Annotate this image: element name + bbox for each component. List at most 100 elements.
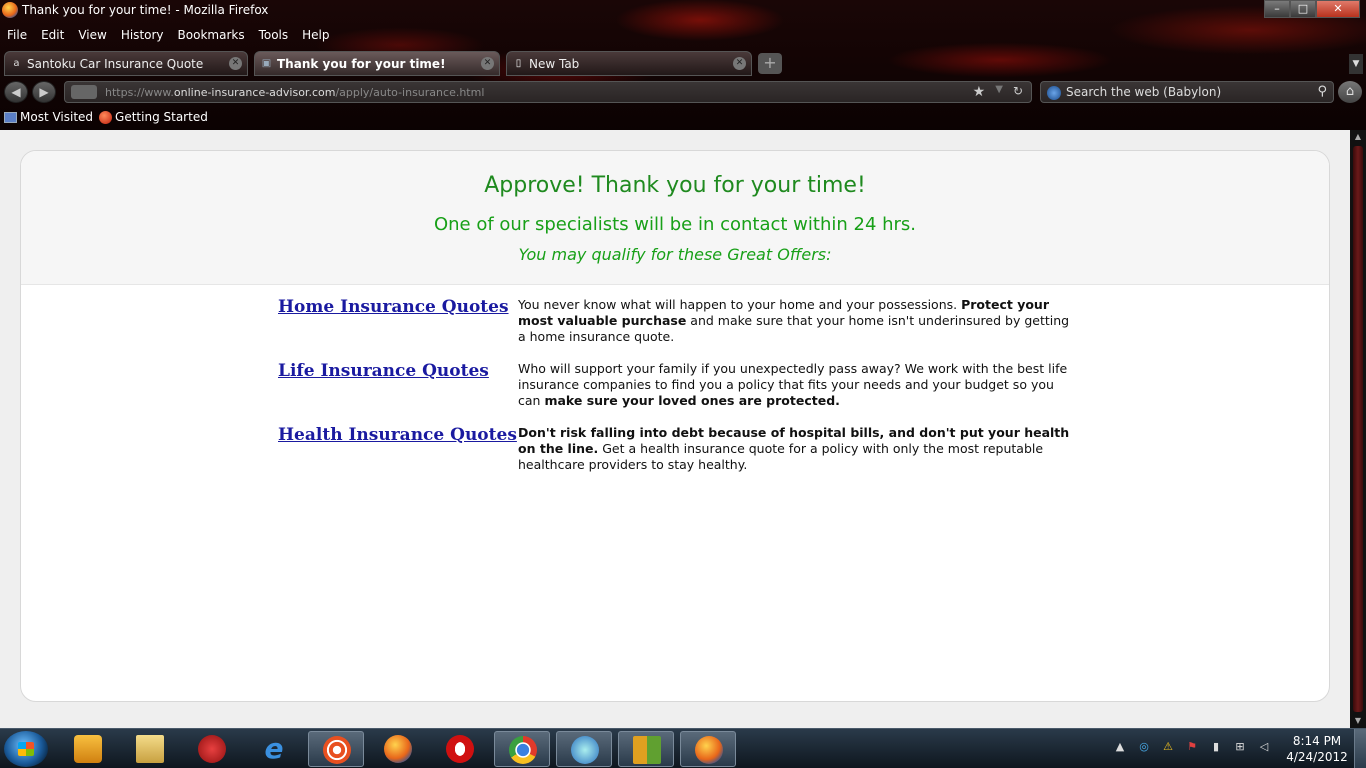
vertical-scrollbar[interactable]: ▲ ▼ xyxy=(1350,130,1366,728)
url-path: /apply/auto-insurance.html xyxy=(335,86,485,99)
internet-explorer-icon: e xyxy=(264,732,284,765)
tab-favicon-icon: a xyxy=(13,58,20,69)
menu-bookmarks[interactable]: Bookmarks xyxy=(171,26,252,44)
url-prefix: https://www. xyxy=(105,86,174,99)
babylon-search-engine-icon[interactable] xyxy=(1047,86,1061,100)
history-dropdown-icon[interactable]: ▼ xyxy=(995,84,1003,100)
search-bar[interactable]: ⚲ xyxy=(1040,81,1334,103)
taskbar-antivirus[interactable] xyxy=(184,731,240,767)
bookmark-getting-started[interactable]: Getting Started xyxy=(99,107,208,127)
scroll-up-arrow-icon[interactable]: ▲ xyxy=(1350,130,1366,144)
stack-icon xyxy=(633,736,661,764)
tab-page-icon: ▯ xyxy=(515,58,522,69)
title-bar: Thank you for your time! - Mozilla Firef… xyxy=(0,0,1366,22)
taskbar-opera[interactable] xyxy=(432,731,488,767)
menu-file[interactable]: File xyxy=(0,26,34,44)
tab-list-dropdown-icon[interactable]: ▼ xyxy=(1349,54,1363,74)
power-dvd-icon xyxy=(571,736,599,764)
home-insurance-link[interactable]: Home Insurance Quotes xyxy=(278,297,518,345)
browser-chrome: Thank you for your time! - Mozilla Firef… xyxy=(0,0,1366,130)
clock-date: 4/24/2012 xyxy=(1286,750,1348,764)
bookmark-most-visited[interactable]: Most Visited xyxy=(4,107,93,127)
firefox-logo-icon xyxy=(2,2,18,18)
taskbar-chrome[interactable] xyxy=(494,731,550,767)
forward-button[interactable]: ▶ xyxy=(32,81,56,103)
menu-tools[interactable]: Tools xyxy=(252,26,296,44)
close-button[interactable]: ✕ xyxy=(1316,0,1360,18)
maximize-button[interactable]: □ xyxy=(1290,0,1316,18)
tab-close-icon[interactable]: ✕ xyxy=(733,57,746,70)
page-title: Approve! Thank you for your time! xyxy=(484,173,866,198)
new-tab-button[interactable]: + xyxy=(758,53,782,74)
menu-view[interactable]: View xyxy=(71,26,113,44)
taskbar-internet-explorer[interactable]: e xyxy=(246,731,302,767)
clock-time: 8:14 PM xyxy=(1292,734,1342,748)
minimize-button[interactable]: – xyxy=(1264,0,1290,18)
show-hidden-icons-icon[interactable]: ▲ xyxy=(1112,739,1128,755)
firefox-bookmark-icon xyxy=(99,110,113,124)
scroll-down-arrow-icon[interactable]: ▼ xyxy=(1350,714,1366,728)
start-button[interactable] xyxy=(4,731,48,767)
tab-close-icon[interactable]: ✕ xyxy=(229,57,242,70)
site-identity-icon[interactable] xyxy=(71,85,97,99)
search-input[interactable] xyxy=(1066,84,1306,100)
bookmark-label: Getting Started xyxy=(115,110,208,124)
tab-strip: a Santoku Car Insurance Quote ✕ ▣ Thank … xyxy=(0,51,1366,76)
thank-you-card: Approve! Thank you for your time! One of… xyxy=(20,150,1330,702)
tab-label: New Tab xyxy=(529,57,580,71)
action-center-flag-icon[interactable]: ⚑ xyxy=(1184,739,1200,755)
windows-logo-icon xyxy=(18,742,34,756)
tab-thank-you[interactable]: ▣ Thank you for your time! ✕ xyxy=(254,51,500,76)
menu-history[interactable]: History xyxy=(114,26,171,44)
taskbar-explorer[interactable] xyxy=(122,731,178,767)
show-desktop-button[interactable] xyxy=(1354,729,1366,768)
health-insurance-link[interactable]: Health Insurance Quotes xyxy=(278,425,518,473)
taskbar-media-player[interactable] xyxy=(60,731,116,767)
media-player-icon xyxy=(74,735,102,763)
signal-strength-icon[interactable]: ▮ xyxy=(1208,739,1224,755)
target-icon xyxy=(323,736,351,764)
card-header: Approve! Thank you for your time! One of… xyxy=(21,151,1329,285)
home-button[interactable]: ⌂ xyxy=(1338,81,1362,103)
sync-icon[interactable]: ◎ xyxy=(1136,739,1152,755)
chrome-icon xyxy=(509,736,537,764)
menu-help[interactable]: Help xyxy=(295,26,336,44)
volume-icon[interactable]: ◁ xyxy=(1256,739,1272,755)
tab-santoku-car-insurance[interactable]: a Santoku Car Insurance Quote ✕ xyxy=(4,51,248,76)
ladybug-icon xyxy=(198,735,226,763)
taskbar-stack-app[interactable] xyxy=(618,731,674,767)
taskbar-firefox[interactable] xyxy=(370,731,426,767)
search-icon[interactable]: ⚲ xyxy=(1317,84,1327,99)
navigation-bar: ◀ ▶ https://www.online-insurance-advisor… xyxy=(0,79,1366,104)
menu-edit[interactable]: Edit xyxy=(34,26,71,44)
offers-intro: You may qualify for these Great Offers: xyxy=(518,245,832,264)
tab-label: Santoku Car Insurance Quote xyxy=(27,57,204,71)
offers-list: Home Insurance Quotes You never know wha… xyxy=(278,297,1078,489)
taskbar-cyberlink[interactable] xyxy=(556,731,612,767)
warning-icon[interactable]: ⚠ xyxy=(1160,739,1176,755)
firefox-icon xyxy=(695,736,723,764)
taskbar-firefox-active[interactable] xyxy=(680,731,736,767)
system-clock[interactable]: 8:14 PM 4/24/2012 xyxy=(1284,733,1350,765)
window-title: Thank you for your time! - Mozilla Firef… xyxy=(22,3,269,17)
desc-bold: make sure your loved ones are protected. xyxy=(544,393,840,408)
bookmarks-toolbar: Most Visited Getting Started xyxy=(0,107,208,127)
reload-icon[interactable]: ↻ xyxy=(1013,84,1023,100)
scroll-thumb[interactable] xyxy=(1353,146,1363,712)
folder-icon xyxy=(136,735,164,763)
life-insurance-link[interactable]: Life Insurance Quotes xyxy=(278,361,518,409)
tab-new-tab[interactable]: ▯ New Tab ✕ xyxy=(506,51,752,76)
url-bar[interactable]: https://www.online-insurance-advisor.com… xyxy=(64,81,1032,103)
back-button[interactable]: ◀ xyxy=(4,81,28,103)
desc-text: You never know what will happen to your … xyxy=(518,297,962,312)
url-host: online-insurance-advisor.com xyxy=(173,86,336,99)
offer-health-insurance: Health Insurance Quotes Don't risk falli… xyxy=(278,425,1078,473)
url-bar-actions: ★ ▼ ↻ xyxy=(973,84,1023,100)
system-tray: ▲ ◎ ⚠ ⚑ ▮ ⊞ ◁ xyxy=(1112,739,1272,755)
tab-close-icon[interactable]: ✕ xyxy=(481,57,494,70)
page-content: Approve! Thank you for your time! One of… xyxy=(0,130,1350,728)
bookmark-star-icon[interactable]: ★ xyxy=(973,84,986,100)
taskbar-orange-app[interactable] xyxy=(308,731,364,767)
offer-description: You never know what will happen to your … xyxy=(518,297,1074,345)
network-icon[interactable]: ⊞ xyxy=(1232,739,1248,755)
